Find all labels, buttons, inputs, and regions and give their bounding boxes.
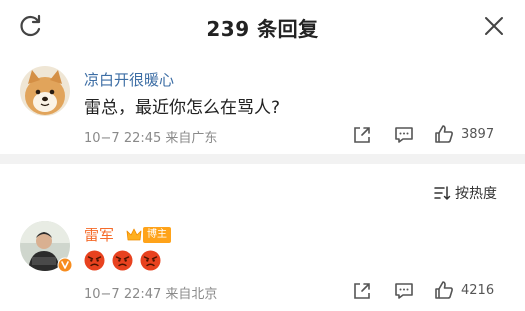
share-icon[interactable] — [351, 124, 373, 146]
sort-icon — [434, 186, 451, 200]
page-title: 239 条回复 — [206, 17, 319, 41]
shiba-dog-avatar-icon — [20, 66, 70, 116]
blogger-badge: 博主 — [126, 226, 171, 244]
close-icon[interactable] — [483, 15, 505, 37]
angry-face-icon — [140, 250, 161, 271]
username[interactable]: 凉白开很暖心 — [84, 69, 174, 90]
section-divider — [0, 154, 525, 164]
sort-label: 按热度 — [455, 186, 497, 202]
comment-icon[interactable] — [393, 280, 415, 302]
angry-face-icon — [84, 250, 105, 271]
header: 239 条回复 — [0, 0, 525, 52]
angry-face-icon — [112, 250, 133, 271]
username[interactable]: 雷军 — [84, 224, 114, 245]
like-icon[interactable] — [433, 279, 455, 301]
comment-text: 雷总，最近你怎么在骂人? — [84, 98, 281, 118]
verified-badge-icon — [57, 257, 73, 273]
like-icon[interactable] — [433, 123, 455, 145]
avatar[interactable] — [20, 221, 73, 273]
like-count: 4216 — [461, 283, 495, 298]
avatar[interactable] — [20, 66, 70, 116]
comment-meta: 10−7 22:47 来自北京 — [84, 287, 218, 302]
share-icon[interactable] — [351, 280, 373, 302]
comment-icon[interactable] — [393, 124, 415, 146]
comment-meta: 10−7 22:45 来自广东 — [84, 131, 218, 146]
sort-toggle[interactable]: 按热度 — [433, 183, 497, 203]
like-count: 3897 — [461, 127, 495, 142]
badge-label: 博主 — [143, 227, 171, 243]
crown-icon — [126, 228, 142, 241]
comment-replies-panel: 239 条回复 凉白开很暖心 雷总，最近你怎么在骂人? 10−7 22:45 来… — [0, 0, 525, 311]
